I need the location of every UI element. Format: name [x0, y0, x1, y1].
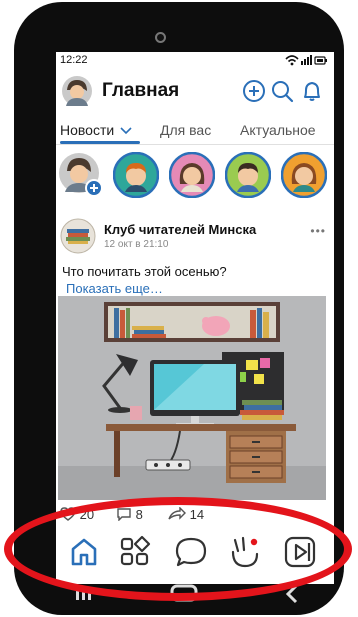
likes-count: 20	[79, 507, 95, 522]
bottom-nav	[56, 528, 334, 584]
stories-row	[56, 152, 334, 202]
tab-news-label: Новости	[60, 122, 115, 138]
post-reactions: 20 8 14	[56, 505, 334, 527]
front-camera	[155, 32, 166, 43]
app-header: Главная	[56, 72, 334, 108]
messages-icon[interactable]	[173, 534, 209, 570]
bell-icon[interactable]	[300, 79, 324, 103]
status-time: 12:22	[60, 54, 88, 66]
shares-count: 14	[189, 507, 205, 522]
tab-trending[interactable]: Актуальное	[240, 122, 316, 138]
club-avatar[interactable]	[60, 218, 96, 254]
heart-icon	[60, 507, 76, 521]
post-image[interactable]	[58, 296, 326, 500]
tab-news[interactable]: Новости	[60, 122, 132, 138]
comment-button[interactable]: 8	[116, 507, 143, 522]
story-avatar[interactable]	[113, 152, 159, 198]
app-screen: 12:22 Главная Новости Для вас Актуальное…	[56, 52, 334, 584]
system-nav-bar	[76, 584, 298, 604]
status-bar: 12:22	[56, 52, 334, 68]
active-tab-indicator	[60, 141, 140, 144]
recent-apps-icon[interactable]	[76, 588, 91, 600]
clips-icon[interactable]	[227, 534, 263, 570]
page-title: Главная	[102, 80, 180, 101]
comment-icon	[117, 508, 131, 522]
more-icon[interactable]: •••	[310, 224, 326, 238]
feed-tabs: Новости Для вас Актуальное	[56, 120, 334, 145]
share-icon	[168, 506, 186, 520]
like-button[interactable]: 20	[60, 507, 94, 522]
search-icon[interactable]	[270, 79, 294, 103]
comments-count: 8	[135, 507, 143, 522]
story-avatar[interactable]	[169, 152, 215, 198]
post-date: 12 окт в 21:10	[104, 239, 169, 250]
video-icon[interactable]	[282, 534, 318, 570]
home-button-icon[interactable]	[170, 584, 198, 602]
profile-avatar[interactable]	[62, 76, 92, 106]
my-story-add[interactable]	[58, 152, 104, 198]
show-more-link[interactable]: Показать еще…	[66, 281, 163, 296]
story-avatar[interactable]	[281, 152, 327, 198]
home-icon[interactable]	[66, 534, 102, 570]
story-avatar[interactable]	[225, 152, 271, 198]
tab-for-you[interactable]: Для вас	[160, 122, 211, 138]
share-button[interactable]: 14	[168, 506, 205, 522]
post-text: Что почитать этой осенью?	[62, 264, 227, 279]
back-icon[interactable]	[285, 584, 298, 604]
add-circle-icon[interactable]	[242, 79, 266, 103]
status-icons	[285, 55, 327, 66]
services-icon[interactable]	[117, 534, 153, 570]
chevron-down-icon	[120, 127, 132, 135]
post-header: Клуб читателей Минска 12 окт в 21:10 •••	[56, 218, 334, 254]
post-author[interactable]: Клуб читателей Минска	[104, 222, 256, 237]
